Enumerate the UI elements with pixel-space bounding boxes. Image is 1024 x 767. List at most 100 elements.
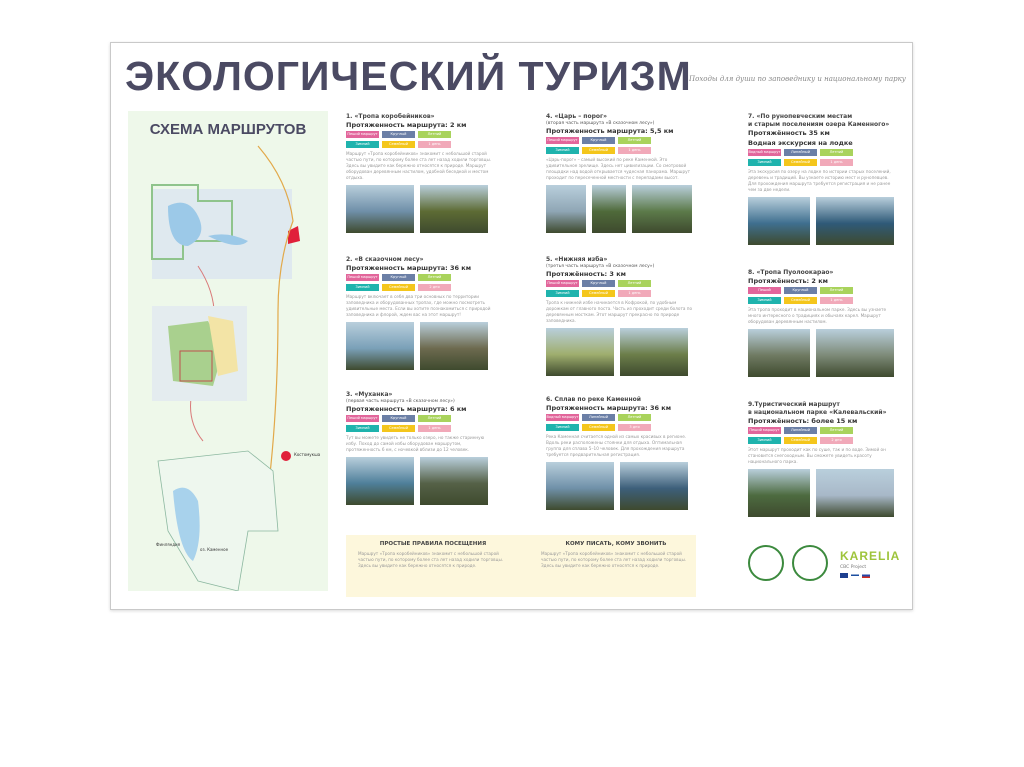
route-tag: Пеший маршрут (346, 274, 379, 281)
route-tag: Круглый (582, 137, 615, 144)
route-tags: Пеший Круглый Летний Зимний Семейный 1 день (748, 287, 908, 304)
russia-flag-icon (862, 573, 870, 578)
contacts-title: КОМУ ПИСАТЬ, КОМУ ЗВОНИТЬ (565, 541, 667, 547)
route-title: 5. «Нижняя изба» (546, 256, 608, 263)
route-photos (748, 329, 908, 377)
karelia-logo: KARELIA (840, 549, 901, 563)
national-park-seal-logo (792, 545, 828, 581)
route-tag: Пеший (748, 287, 781, 294)
route-tag: Водный маршрут (748, 149, 781, 156)
city-marker-bottom (281, 451, 291, 461)
route-description: Эта экскурсия по озеру на лодке по истор… (748, 169, 891, 192)
route-tag: Зимний (546, 290, 579, 297)
route-tags: Пеший маршрут Круглый Летний Зимний Семейный… (546, 280, 736, 297)
route-photo (346, 457, 414, 505)
route-tag: Круглый (382, 415, 415, 422)
park-boundary (157, 450, 279, 591)
route-tag: Круглый (382, 274, 415, 281)
route-description: Тропа к нижней избе начинается в Кофроко… (546, 300, 693, 323)
poster-subtitle: Походы для души по заповеднику и национа… (689, 75, 906, 83)
route-description: Маршрут «Тропа коробейников» знакомит с … (346, 151, 492, 180)
route-tag: Круглый (582, 280, 615, 287)
rules-text: Маршрут «Тропа коробейников» знакомит с … (358, 551, 504, 568)
map-label-city: Костомукша (294, 452, 321, 457)
route-photo (420, 322, 488, 370)
route-tag: 2 дня (418, 284, 451, 291)
route-length: Протяженность маршрута: 6 км (346, 405, 467, 413)
route-description: Река Каменная считается одной из самых к… (546, 434, 687, 457)
route-title: 2. «В сказочном лесу» (346, 256, 424, 263)
route-photos (546, 185, 736, 233)
route-photos (748, 469, 908, 517)
route-photos (346, 457, 536, 505)
route-length: Протяжённость: 2 км (748, 277, 828, 285)
route-tag: Летний (618, 137, 651, 144)
route-tag: Семейный (382, 284, 415, 291)
route-tag: Летний (820, 427, 853, 434)
route-tags: Пеший маршрут Круглый Летний Зимний Семейный… (346, 415, 536, 432)
route-tag: Зимний (546, 147, 579, 154)
route-tag: Семейный (784, 297, 817, 304)
route-map: Костомукша Финляндия оз. Каменное (151, 145, 321, 591)
route-section: 5. «Нижняя изба» (третья часть маршрута «… (546, 256, 736, 376)
contacts-text: Маршрут «Тропа коробейников» знакомит с … (541, 551, 687, 568)
route-photo (816, 329, 894, 377)
route-tag: Семейный (382, 141, 415, 148)
map-label-lake: оз. Каменное (200, 547, 229, 552)
route-photo (346, 322, 414, 370)
route-tag: Семейный (582, 290, 615, 297)
route-tags: Пеший маршрут Линейный Летний Зимний Семейны… (748, 427, 908, 444)
route-tag: Летний (820, 149, 853, 156)
route-length: Протяжённость 35 км (748, 129, 830, 137)
rules-column: ПРОСТЫЕ ПРАВИЛА ПОСЕЩЕНИЯ Маршрут «Тропа… (358, 541, 508, 569)
route-photo (420, 457, 488, 505)
route-photo (346, 185, 414, 233)
route-title: 8. «Тропа Пуолоокарао» (748, 269, 834, 276)
route-tag: Летний (820, 287, 853, 294)
route-title-line2: в национальном парке «Калевальский» (748, 409, 887, 416)
route-tags: Пеший маршрут Круглый Летний Зимний Семейный… (546, 137, 736, 154)
route-type: Водная экскурсия на лодке (748, 139, 853, 147)
route-title: 1. «Тропа коробейников» (346, 113, 435, 120)
poster: ЭКОЛОГИЧЕСКИЙ ТУРИЗМ Походы для души по … (110, 42, 913, 610)
cbc-project-label: CBC Project (840, 565, 867, 570)
route-tag: Линейный (784, 427, 817, 434)
route-tag: Летний (618, 414, 651, 421)
route-tag: Пеший маршрут (346, 415, 379, 422)
finland-flag-icon (851, 573, 859, 578)
route-tag: 1 день (820, 159, 853, 166)
route-length: Протяжённость: 3 км (546, 270, 626, 278)
route-tag: Пеший маршрут (546, 137, 579, 144)
eu-flag-icon (840, 573, 848, 578)
route-tag: Круглый (784, 287, 817, 294)
route-title: 3. «Муханка» (346, 391, 393, 398)
route-section: 1. «Тропа коробейников» Протяженность мар… (346, 113, 536, 233)
route-section: 4. «Царь – порог» (вторая часть маршрута … (546, 113, 736, 233)
route-tag: Зимний (748, 437, 781, 444)
route-section: 9.Туристический маршрут в национальном па… (748, 401, 908, 517)
route-tag: Линейный (784, 149, 817, 156)
route-length: Протяжённость: более 15 км (748, 417, 858, 425)
logos: KARELIA CBC Project (746, 543, 911, 593)
route-photos (546, 462, 736, 510)
route-length: Протяженность маршрута: 36 км (546, 404, 672, 412)
route-tag: Зимний (748, 297, 781, 304)
route-tag: 1 день (820, 297, 853, 304)
route-tag: Зимний (346, 284, 379, 291)
route-tag: Зимний (346, 425, 379, 432)
route-photo (620, 462, 688, 510)
route-tag: Зимний (546, 424, 579, 431)
route-photo (748, 197, 810, 245)
route-title-line2: и старым поселениям озера Каменного» (748, 121, 890, 128)
map-label-finland: Финляндия (156, 542, 181, 547)
route-section: 7. «По рунопевческим местам и старым посе… (748, 113, 908, 245)
route-tag: Летний (418, 415, 451, 422)
route-tag: 3 дня (618, 424, 651, 431)
route-tag: Семейный (382, 425, 415, 432)
route-tag: 2 дня (820, 437, 853, 444)
route-description: Маршрут включает в себя два три основных… (346, 294, 491, 317)
route-title: 7. «По рунопевческим местам (748, 113, 853, 120)
route-tag: Зимний (748, 159, 781, 166)
route-photo (546, 328, 614, 376)
route-tag: Зимний (346, 141, 379, 148)
